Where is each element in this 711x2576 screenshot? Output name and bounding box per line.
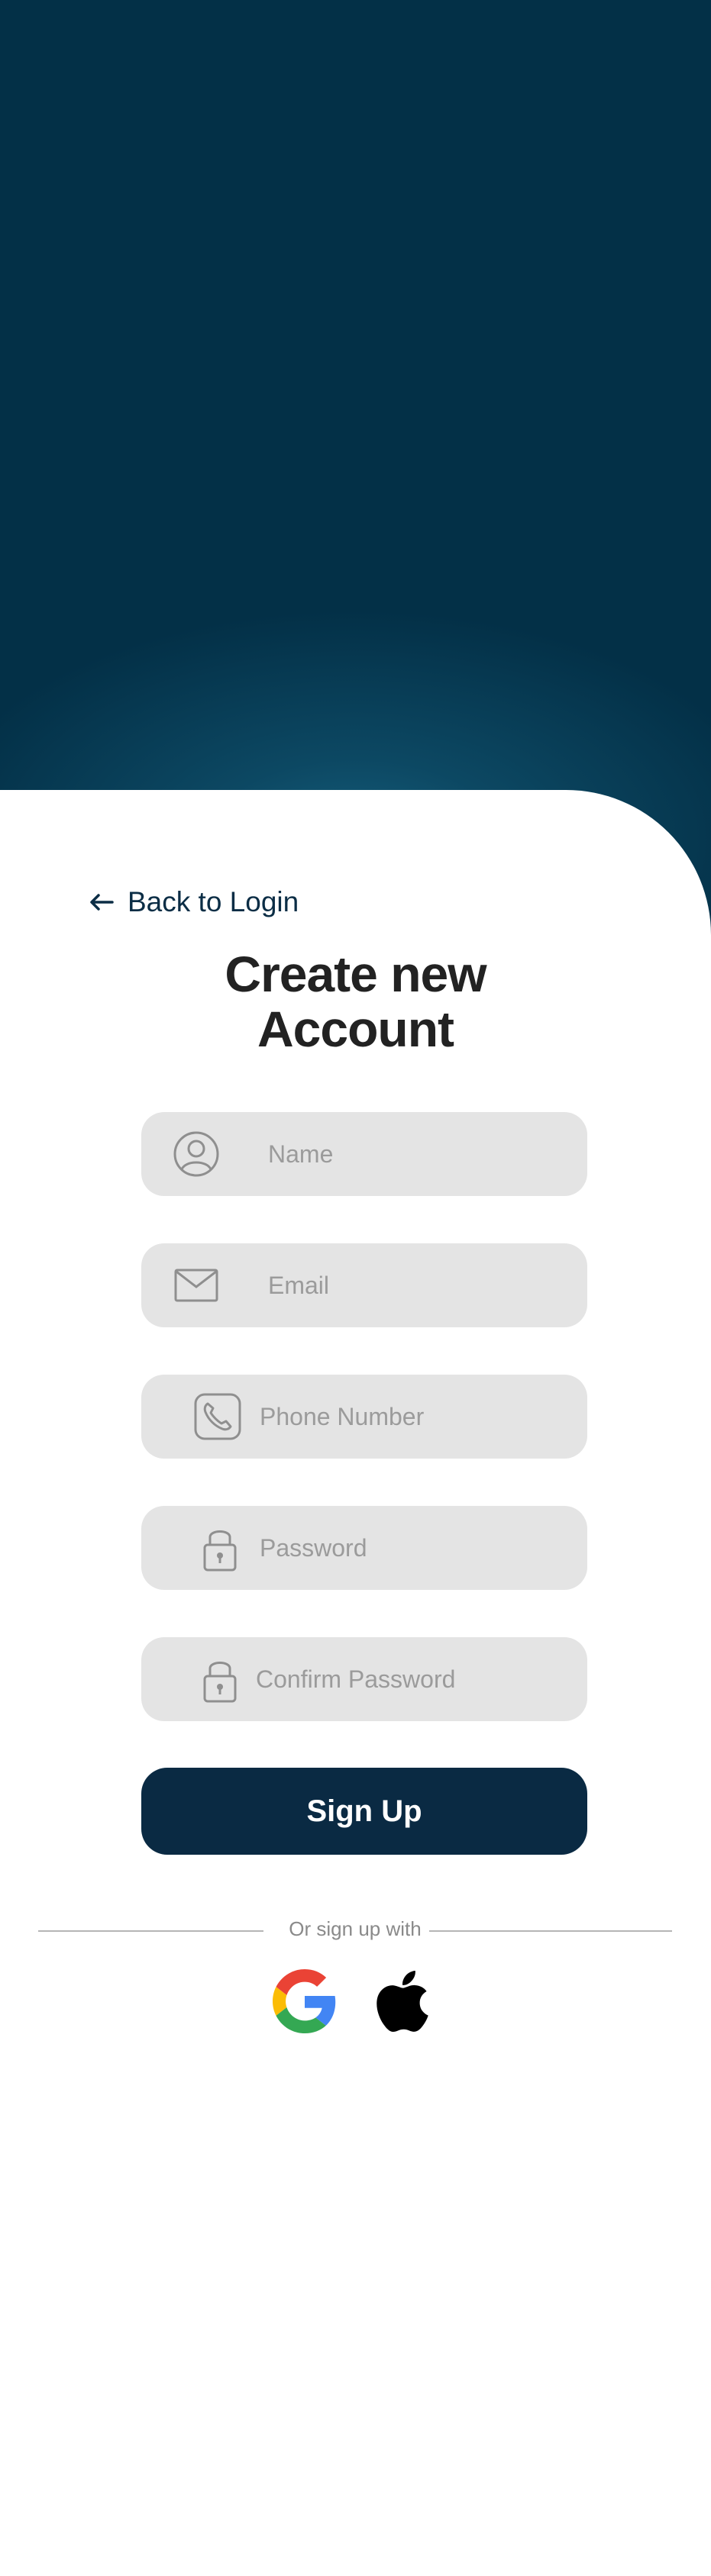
password-field[interactable]: [141, 1506, 587, 1590]
back-to-login-label: Back to Login: [128, 886, 299, 917]
title-line-2: Account: [257, 1001, 454, 1057]
divider-label: Or sign up with: [281, 1917, 429, 1940]
lock-icon: [202, 1655, 238, 1704]
google-signin-button[interactable]: [273, 1969, 337, 2033]
arrow-left-icon: [90, 894, 114, 911]
lock-icon: [202, 1523, 238, 1572]
user-icon: [172, 1130, 221, 1178]
page-title: Create new Account: [0, 946, 711, 1056]
back-to-login-link[interactable]: Back to Login: [89, 883, 299, 921]
envelope-icon: [174, 1269, 218, 1302]
apple-signin-button[interactable]: [370, 1969, 435, 2033]
name-input[interactable]: [267, 1112, 572, 1196]
google-icon: [273, 1969, 336, 2033]
email-field[interactable]: [141, 1243, 587, 1327]
phone-input[interactable]: [258, 1375, 572, 1459]
phone-field[interactable]: [141, 1375, 587, 1459]
confirm-password-input[interactable]: [254, 1637, 572, 1721]
confirm-password-field[interactable]: [141, 1637, 587, 1721]
password-input[interactable]: [258, 1506, 572, 1590]
name-field[interactable]: [141, 1112, 587, 1196]
sign-up-button[interactable]: Sign Up: [141, 1768, 587, 1855]
email-input[interactable]: [267, 1243, 572, 1327]
apple-icon: [377, 1970, 428, 2033]
phone-icon: [194, 1393, 241, 1440]
social-divider: Or sign up with: [38, 1917, 672, 1945]
title-line-1: Create new: [225, 946, 486, 1002]
